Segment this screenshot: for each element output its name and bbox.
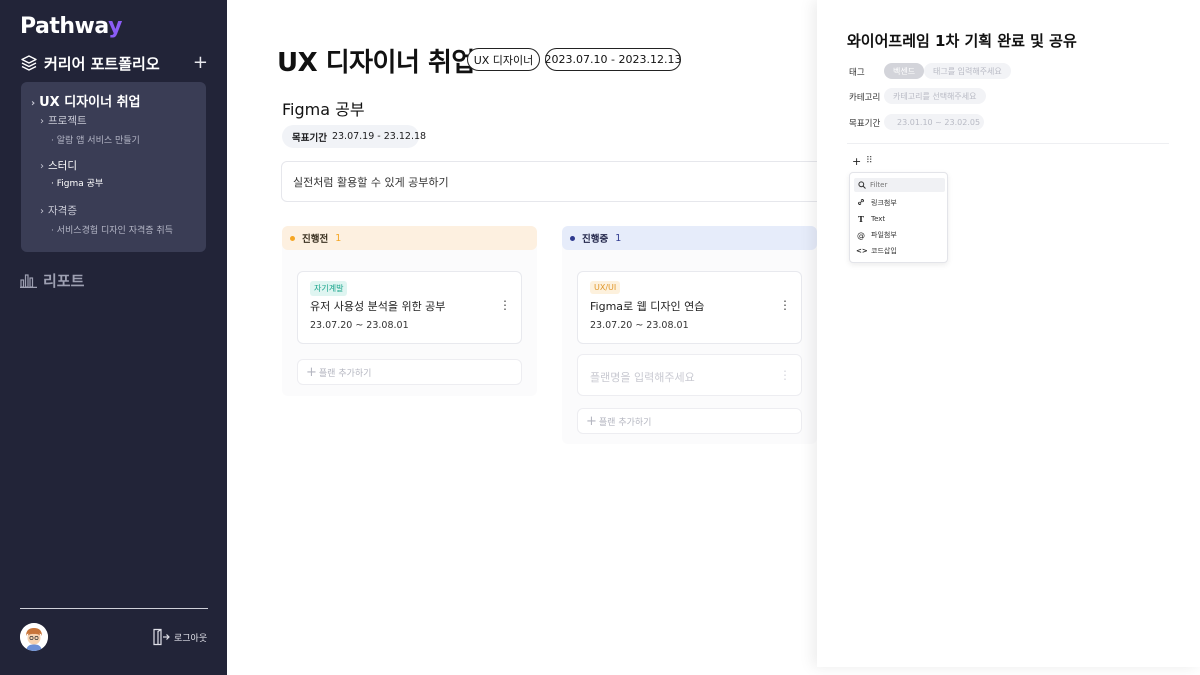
plus-icon: + <box>586 413 597 429</box>
filter-field <box>854 178 945 192</box>
plan-name-placeholder: 플랜명을 입력해주세요 <box>590 371 695 384</box>
add-portfolio-plus-icon[interactable]: + <box>193 52 208 73</box>
new-plan-card[interactable]: 플랜명을 입력해주세요 ⋮ <box>577 354 802 396</box>
column-count: 1 <box>615 232 622 244</box>
project-title[interactable]: › UX 디자이너 취업 <box>31 91 141 110</box>
attach-icon: @ <box>857 230 865 240</box>
text-icon: T <box>858 214 864 224</box>
project-tree: › UX 디자이너 취업 › 프로젝트 · 알람 앱 서비스 만들기 › 스터디 · … <box>21 82 206 252</box>
report-label: 리포트 <box>43 272 85 290</box>
logo-text: Pathway <box>20 14 122 39</box>
role-pill[interactable]: UX 디자이너 <box>467 48 540 71</box>
status-dot <box>570 235 575 241</box>
menu-item-code[interactable]: <> 코드삽입 <box>856 246 897 256</box>
goal-period-label: 목표기간 <box>292 132 327 144</box>
menu-item-text[interactable]: T Text <box>856 214 885 224</box>
card-date: 23.07.20 ~ 23.08.01 <box>310 320 409 331</box>
plan-detail-panel: 와이어프레임 1차 기획 완료 및 공유 태그 벡센드 태그를 입력해주세요 카… <box>817 0 1200 667</box>
add-block-plus-icon[interactable]: + <box>852 155 861 168</box>
tag-input[interactable]: 태그를 입력해주세요 <box>924 63 1011 79</box>
panel-divider <box>847 143 1169 144</box>
menu-item-label: 파일첨부 <box>871 231 897 239</box>
avatar-illustration <box>20 623 48 651</box>
filter-input[interactable] <box>870 181 940 189</box>
page-title: UX 디자이너 취업 <box>277 48 475 78</box>
column-label: 진행전 <box>302 234 329 245</box>
plan-card[interactable]: UX/UI Figma로 웹 디자인 연습 23.07.20 ~ 23.08.0… <box>577 271 802 344</box>
code-icon: <> <box>856 247 868 255</box>
report-nav-item[interactable]: 리포트 <box>20 270 84 291</box>
category-select[interactable]: 카테고리를 선택해주세요 <box>884 88 986 104</box>
tag-chip[interactable]: 벡센드 <box>884 63 925 79</box>
portfolio-section-header[interactable]: 커리어 포트폴리오 + <box>20 52 210 74</box>
portfolio-section-title: 커리어 포트폴리오 <box>44 54 160 73</box>
link-icon <box>856 198 866 208</box>
menu-item-link[interactable]: 링크첨부 <box>856 198 897 208</box>
period-pill[interactable]: 2023.07.10 - 2023.12.13 <box>545 48 681 71</box>
drag-handle-icon[interactable]: ⠿ <box>866 156 873 166</box>
card-title: Figma로 웹 디자인 연습 <box>590 300 705 313</box>
tree-item[interactable]: · 알람 앱 서비스 만들기 <box>51 133 140 146</box>
menu-item-label: Text <box>871 215 886 223</box>
column-count: 1 <box>335 232 342 244</box>
goal-period-value: 23.07.19 - 23.12.18 <box>331 131 427 142</box>
logout-button[interactable]: 로그아웃 <box>152 628 207 646</box>
tree-group-study[interactable]: › 스터디 <box>40 158 77 173</box>
chevron-right-icon: › <box>31 98 36 109</box>
chevron-right-icon: › <box>40 116 44 127</box>
more-options-icon[interactable]: ⋮ <box>499 299 511 311</box>
sidebar: Pathway 커리어 포트폴리오 + › UX 디자이너 취업 › 프로젝트 · … <box>0 0 227 675</box>
chevron-right-icon: › <box>40 161 44 172</box>
goal-title: Figma 공부 <box>282 100 365 119</box>
plan-card[interactable]: 자기계발 유저 사용성 분석을 위한 공부 23.07.20 ~ 23.08.0… <box>297 271 522 344</box>
period-label: 목표기간 <box>849 119 881 129</box>
goal-period: 목표기간 23.07.19 - 23.12.18 <box>282 125 426 148</box>
tree-group-project[interactable]: › 프로젝트 <box>40 113 87 128</box>
category-badge: UX/UI <box>590 281 621 294</box>
layers-icon <box>21 55 37 71</box>
panel-title[interactable]: 와이어프레임 1차 기획 완료 및 공유 <box>847 30 1077 51</box>
column-label: 진행중 <box>582 234 609 245</box>
add-plan-label: 플랜 추가하기 <box>318 368 372 379</box>
chevron-right-icon: › <box>40 206 44 217</box>
more-options-icon[interactable]: ⋮ <box>779 368 791 382</box>
card-date: 23.07.20 ~ 23.08.01 <box>590 320 689 331</box>
add-plan-label: 플랜 추가하기 <box>598 417 652 428</box>
category-label: 카테고리 <box>849 93 881 103</box>
search-icon <box>858 181 866 189</box>
period-input[interactable]: 23.01.10 ~ 23.02.05 <box>884 114 984 130</box>
sidebar-divider <box>20 608 208 609</box>
add-plan-button[interactable]: + 플랜 추가하기 <box>297 359 522 385</box>
menu-item-label: 코드삽입 <box>871 247 897 255</box>
column-header-inprogress: 진행중 1 <box>562 226 817 250</box>
menu-item-label: 링크첨부 <box>871 199 897 207</box>
insert-block-menu: 링크첨부 T Text @ 파일첨부 <> 코드삽입 <box>849 172 948 263</box>
plus-icon: + <box>306 364 317 380</box>
user-avatar[interactable] <box>20 623 48 651</box>
menu-item-file[interactable]: @ 파일첨부 <box>856 230 897 240</box>
logout-icon <box>153 628 170 646</box>
goal-description[interactable]: 실전처럼 활용할 수 있게 공부하기 <box>281 161 841 202</box>
category-badge: 자기계발 <box>310 281 348 296</box>
bar-chart-icon <box>20 274 37 288</box>
logout-label: 로그아웃 <box>174 633 208 644</box>
tree-group-certificate[interactable]: › 자격증 <box>40 203 77 218</box>
tree-item[interactable]: · 서비스경험 디자인 자격증 취득 <box>51 223 173 236</box>
column-header-todo: 진행전 1 <box>282 226 537 250</box>
add-plan-button[interactable]: + 플랜 추가하기 <box>577 408 802 434</box>
app-logo[interactable]: Pathway <box>20 14 122 39</box>
more-options-icon[interactable]: ⋮ <box>779 299 791 311</box>
card-title: 유저 사용성 분석을 위한 공부 <box>310 300 446 313</box>
tree-item-active[interactable]: · Figma 공부 <box>51 176 103 189</box>
status-dot <box>290 235 295 241</box>
tag-label: 태그 <box>849 68 865 78</box>
